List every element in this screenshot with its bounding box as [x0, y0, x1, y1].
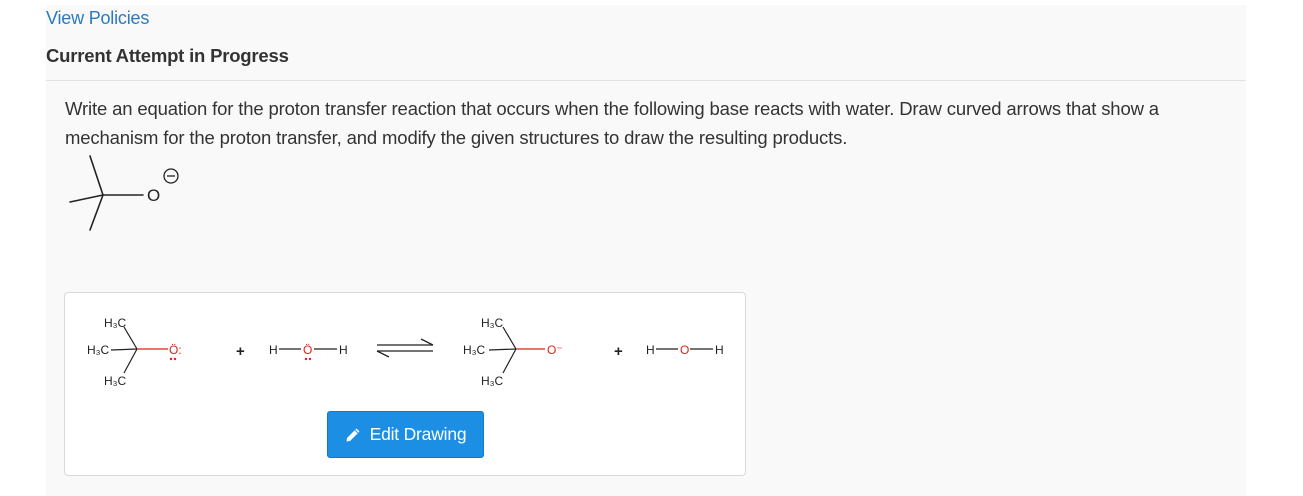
w1-h-right: H	[339, 343, 348, 357]
plus-sign-1: +	[236, 343, 245, 360]
w1-lone-pair-bottom-icon	[304, 357, 312, 361]
skeletal-oxygen-label: O	[147, 186, 160, 205]
plus-sign-2: +	[614, 343, 623, 360]
r1-oxygen: Ö:	[169, 343, 182, 357]
tert-butoxide-skeletal-structure: O	[69, 155, 179, 231]
reactant-tert-butoxide: H₃C H₃C H₃C Ö:	[87, 316, 182, 388]
w2-h-left: H	[646, 343, 655, 357]
r1-bond-bottom	[123, 348, 138, 374]
p1-bond-top	[502, 326, 517, 350]
equilibrium-arrow-icon	[376, 338, 434, 358]
pencil-icon	[346, 428, 360, 441]
w2-h-right: H	[715, 343, 724, 357]
product-tert-butoxide: H₃C H₃C H₃C O⁻	[463, 316, 563, 388]
p1-bond-bottom	[502, 348, 517, 374]
skeletal-bond-left	[69, 194, 104, 203]
reaction-equation: H₃C H₃C H₃C Ö: + H Ö H H₃C H₃C H₃C O⁻ + …	[87, 316, 724, 388]
p1-ch3-top: H₃C	[481, 316, 504, 330]
r1-bond-top	[123, 326, 138, 350]
r1-lone-pair-bottom-icon	[169, 357, 177, 361]
w1-h-left: H	[269, 343, 278, 357]
product-water: H O H	[646, 343, 724, 357]
w1-oxygen: Ö	[303, 343, 312, 357]
p1-oxygen: O⁻	[547, 343, 563, 357]
p1-ch3-left: H₃C	[463, 343, 486, 357]
question-text: Write an equation for the proton transfe…	[65, 98, 1159, 148]
w2-oxygen: O	[680, 343, 689, 357]
header-divider	[46, 80, 1246, 81]
negative-charge-icon	[163, 168, 179, 184]
r1-ch3-left: H₃C	[87, 343, 110, 357]
edit-drawing-button[interactable]: Edit Drawing	[327, 411, 484, 458]
attempt-title: Current Attempt in Progress	[46, 45, 289, 66]
r1-ch3-top: H₃C	[104, 316, 127, 330]
p1-bond-left	[488, 348, 517, 351]
edit-drawing-label: Edit Drawing	[369, 424, 467, 444]
r1-bond-left	[110, 348, 138, 351]
skeletal-bond-top	[89, 155, 104, 196]
r1-ch3-bottom: H₃C	[104, 374, 127, 388]
view-policies-link[interactable]: View Policies	[46, 8, 149, 29]
drawing-box: H₃C H₃C H₃C Ö: + H Ö H H₃C H₃C H₃C O⁻ + …	[64, 292, 746, 476]
reactant-water: H Ö H	[269, 343, 348, 361]
skeletal-bond-bottom	[89, 194, 104, 231]
p1-ch3-bottom: H₃C	[481, 374, 504, 388]
